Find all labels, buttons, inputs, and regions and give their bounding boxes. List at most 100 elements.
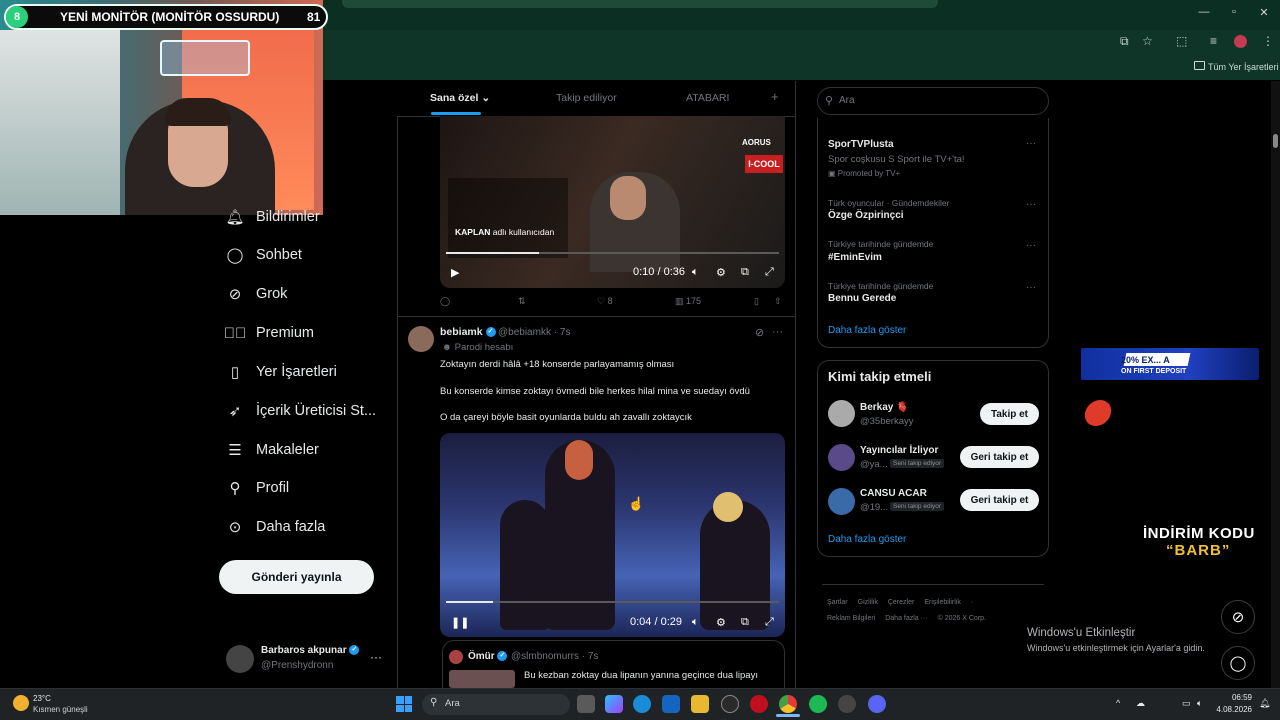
play-icon[interactable]: ▶: [451, 266, 459, 279]
nav-item-more[interactable]: ⊙ Daha fazla: [226, 514, 326, 540]
video-2-progress-track[interactable]: [446, 601, 779, 603]
footer-link-more[interactable]: Daha fazla ···: [885, 615, 927, 622]
extensions-icon[interactable]: ⬚: [1176, 34, 1187, 48]
views-count[interactable]: ▥ 175: [675, 296, 701, 307]
bookmark-post-icon[interactable]: ▯: [754, 296, 759, 307]
footer-link-cookies[interactable]: Çerezler: [888, 599, 914, 606]
trends-show-more[interactable]: Daha fazla göster: [828, 325, 906, 336]
trend-more-icon[interactable]: ···: [1026, 199, 1036, 210]
follow-avatar[interactable]: [828, 400, 855, 427]
task-view-icon[interactable]: [577, 695, 595, 713]
start-button[interactable]: [396, 696, 412, 712]
nav-item-bookmarks[interactable]: ▯ Yer İşaretleri: [226, 359, 337, 385]
network-icon[interactable]: ▭: [1182, 698, 1191, 709]
browser-tab-strip[interactable]: [342, 0, 938, 8]
follow-name[interactable]: Yayıncılar İzliyor: [860, 445, 938, 456]
speaker-icon[interactable]: 🔈︎: [1197, 698, 1202, 709]
follow-avatar[interactable]: [828, 488, 855, 515]
notification-bell-icon[interactable]: 🔔︎: [1259, 698, 1270, 709]
xbox-icon[interactable]: [721, 695, 739, 713]
weather-icon[interactable]: [13, 695, 29, 711]
grok-fab-icon[interactable]: ⊘: [1221, 600, 1255, 634]
maximize-icon[interactable]: ▫: [1224, 6, 1244, 18]
spotify-icon[interactable]: [809, 695, 827, 713]
taskbar-date[interactable]: 4.08.2026: [1212, 705, 1252, 714]
follow-name[interactable]: Berkay 🫀: [860, 402, 909, 413]
post-author-handle[interactable]: @bebiamkk · 7s: [498, 327, 570, 338]
trend-more-icon[interactable]: ···: [1026, 138, 1036, 149]
trend-title[interactable]: SporTVPlusta: [828, 139, 894, 150]
follow-name[interactable]: CANSU ACAR: [860, 488, 927, 499]
folder-icon[interactable]: [1194, 61, 1205, 70]
outlook-icon[interactable]: [662, 695, 680, 713]
footer-link-terms[interactable]: Şartlar: [827, 599, 848, 606]
nav-item-chat[interactable]: ◯ Sohbet: [226, 242, 302, 268]
volume-icon[interactable]: 🔈︎: [692, 266, 699, 279]
tray-chevron-icon[interactable]: ^: [1116, 698, 1120, 708]
account-more-icon[interactable]: ···: [370, 650, 382, 664]
profile-avatar[interactable]: [1234, 35, 1247, 48]
discord-icon[interactable]: [868, 695, 886, 713]
star-icon[interactable]: ☆: [1142, 34, 1153, 48]
volume-icon[interactable]: 🔈︎: [692, 616, 699, 629]
bookmark-folder-all[interactable]: Tüm Yer İşaretleri: [1208, 62, 1279, 72]
post-button[interactable]: Gönderi yayınla: [219, 560, 374, 594]
nav-item-grok[interactable]: ⊘ Grok: [226, 281, 288, 307]
chrome-icon[interactable]: [779, 695, 797, 713]
weather-temp[interactable]: 23°C: [33, 694, 51, 703]
tab-following[interactable]: Takip ediliyor: [556, 92, 617, 104]
post-author-name[interactable]: bebiamk ✓: [440, 326, 496, 338]
trend-title[interactable]: Özge Özpirinçci: [828, 210, 904, 221]
footer-link-privacy[interactable]: Gizlilik: [858, 599, 878, 606]
follow-avatar[interactable]: [828, 444, 855, 471]
trend-more-icon[interactable]: ···: [1026, 240, 1036, 251]
menu-icon[interactable]: ⋮: [1262, 34, 1274, 48]
follow-back-button[interactable]: Geri takip et: [960, 446, 1039, 468]
fullscreen-icon[interactable]: ⤢: [765, 616, 774, 629]
follow-button[interactable]: Takip et: [980, 403, 1039, 425]
copilot-icon[interactable]: [605, 695, 623, 713]
footer-link-accessibility[interactable]: Erişilebilirlik: [924, 599, 961, 606]
close-icon[interactable]: ✕: [1254, 6, 1274, 19]
settings-icon[interactable]: ⚙: [716, 616, 726, 629]
trend-title[interactable]: #EminEvim: [828, 252, 882, 263]
pause-icon[interactable]: ❚❚: [451, 616, 469, 629]
cast-icon[interactable]: ⧉: [1120, 34, 1129, 49]
footer-link-ads-info[interactable]: Reklam Bilgileri: [827, 615, 875, 622]
settings-icon[interactable]: ⚙: [716, 266, 726, 279]
repost-icon[interactable]: ⇅: [518, 296, 526, 307]
account-name[interactable]: Barbaros akpunar ✓: [261, 645, 360, 656]
taskbar-time[interactable]: 06:59: [1218, 693, 1252, 702]
onedrive-icon[interactable]: ☁: [1136, 698, 1145, 709]
account-avatar[interactable]: [226, 645, 254, 673]
page-scrollbar-thumb[interactable]: [1273, 134, 1278, 148]
messages-fab-icon[interactable]: ◯: [1221, 646, 1255, 680]
nav-item-premium[interactable]: ✓⃝ Premium: [224, 320, 314, 346]
edge-icon[interactable]: [633, 695, 651, 713]
pip-icon[interactable]: ⧉: [741, 616, 749, 629]
share-icon[interactable]: ⇧: [774, 296, 782, 307]
file-explorer-icon[interactable]: [691, 695, 709, 713]
pip-icon[interactable]: ⧉: [741, 266, 749, 279]
nav-item-creator-studio[interactable]: ➶ İçerik Üreticisi St...: [226, 398, 376, 424]
video-1-progress-track[interactable]: [446, 252, 779, 254]
nav-item-notifications[interactable]: 🔔︎ Bildirimler: [225, 204, 319, 230]
reply-icon[interactable]: ◯: [440, 296, 450, 307]
trend-title[interactable]: Bennu Gerede: [828, 293, 896, 304]
add-tab-icon[interactable]: +: [771, 89, 779, 104]
grok-post-icon[interactable]: ⊘: [755, 326, 764, 339]
post-more-icon[interactable]: ···: [772, 326, 783, 338]
tab-atabari[interactable]: ATABARI: [686, 92, 729, 104]
tab-for-you[interactable]: Sana özel ⌄: [430, 92, 490, 104]
trend-more-icon[interactable]: ···: [1026, 282, 1036, 293]
nav-item-articles[interactable]: ☰ Makaleler: [226, 437, 319, 463]
nav-item-profile[interactable]: ⚲ Profil: [226, 475, 290, 501]
fullscreen-icon[interactable]: ⤢: [765, 266, 774, 279]
opera-icon[interactable]: [750, 695, 768, 713]
reading-list-icon[interactable]: ≡: [1210, 34, 1217, 48]
app-icon[interactable]: [838, 695, 856, 713]
who-to-follow-show-more[interactable]: Daha fazla göster: [828, 534, 906, 545]
follow-back-button[interactable]: Geri takip et: [960, 489, 1039, 511]
page-scrollbar[interactable]: [1271, 81, 1280, 688]
minimize-icon[interactable]: —: [1194, 6, 1214, 18]
